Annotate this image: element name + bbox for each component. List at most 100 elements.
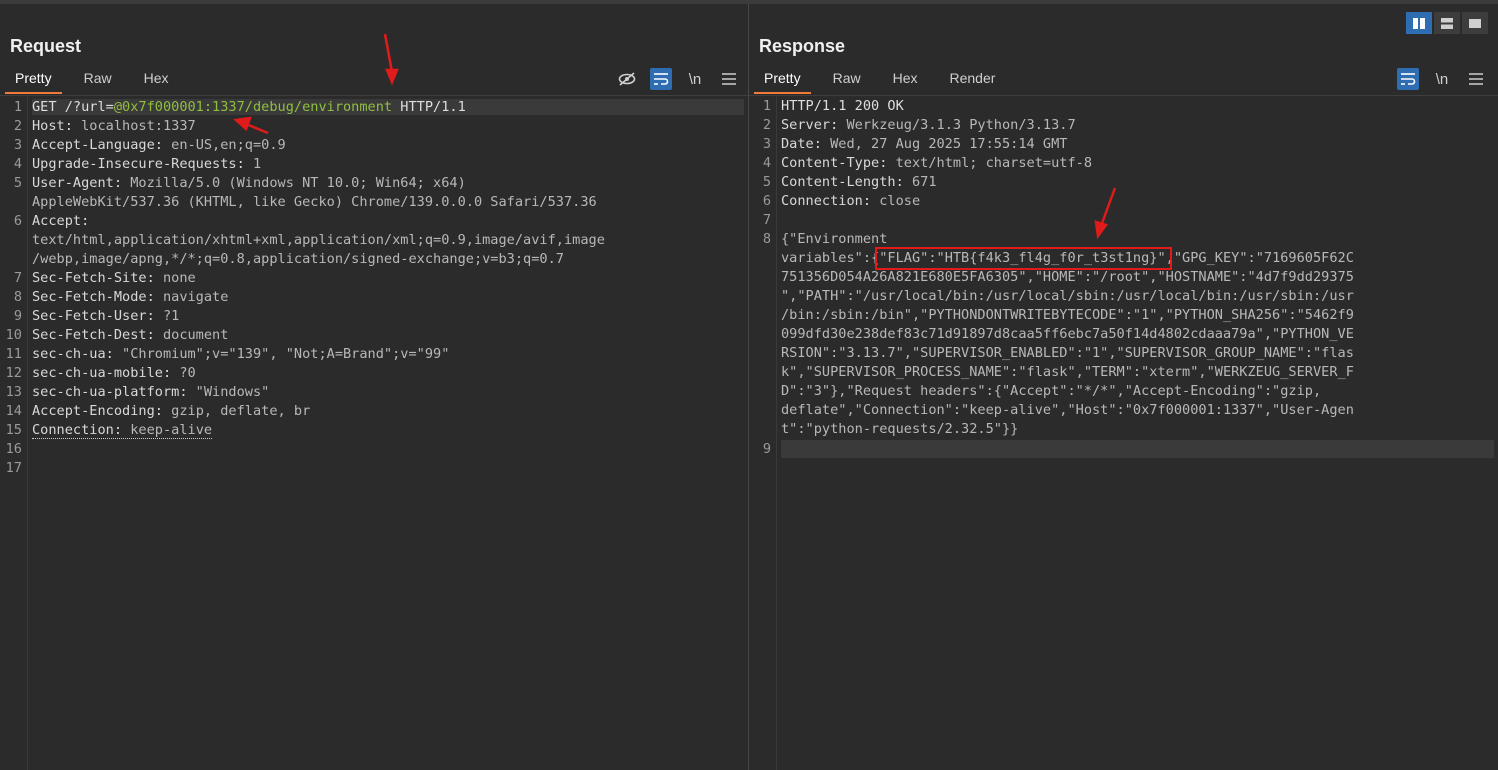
header-key: User-Agent: bbox=[32, 175, 123, 191]
header-value: close bbox=[871, 193, 921, 209]
line-number: 7 bbox=[13, 270, 22, 286]
wrap-icon[interactable] bbox=[1397, 68, 1419, 90]
body-line: variables":{"FLAG":"HTB{f4k3_fl4g_f0r_t3… bbox=[781, 247, 1494, 270]
header-line: sec-ch-ua-platform: "Windows" bbox=[32, 384, 744, 400]
header-value: ?0 bbox=[171, 365, 196, 381]
line-number: 5 bbox=[13, 175, 22, 191]
header-key: Content-Length: bbox=[781, 174, 904, 190]
header-value: ?1 bbox=[154, 308, 180, 324]
body-line: /bin:/sbin:/bin","PYTHONDONTWRITEBYTECOD… bbox=[781, 307, 1354, 323]
header-value: keep-alive bbox=[122, 422, 213, 438]
header-value: "Windows" bbox=[187, 384, 270, 400]
header-value: en-US,en;q=0.9 bbox=[162, 137, 286, 153]
split-horizontal-icon[interactable] bbox=[1434, 12, 1460, 34]
header-key: Date: bbox=[781, 136, 822, 152]
eye-slash-icon[interactable] bbox=[616, 68, 638, 90]
tab-pretty[interactable]: Pretty bbox=[5, 68, 62, 94]
single-pane-icon[interactable] bbox=[1462, 12, 1488, 34]
wrap-icon[interactable] bbox=[650, 68, 672, 90]
header-value: Werkzeug/3.1.3 Python/3.13.7 bbox=[838, 117, 1076, 133]
header-line: Accept: bbox=[32, 213, 744, 229]
tab-pretty[interactable]: Pretty bbox=[754, 68, 811, 94]
header-key: Accept-Language: bbox=[32, 137, 163, 153]
line-number: 16 bbox=[5, 441, 22, 457]
line-gutter: 1 2 3 4 5 6 7 8 9 10 11 12 13 14 15 16 1… bbox=[0, 96, 28, 770]
header-value-continued: AppleWebKit/537.36 (KHTML, like Gecko) C… bbox=[32, 194, 597, 210]
header-line: Sec-Fetch-Site: none bbox=[32, 270, 744, 286]
header-key: Connection: bbox=[32, 422, 123, 438]
tab-raw[interactable]: Raw bbox=[74, 68, 122, 94]
line-number: 1 bbox=[13, 99, 22, 115]
header-value: gzip, deflate, br bbox=[162, 403, 311, 419]
newline-toggle[interactable]: \n bbox=[684, 68, 706, 90]
request-editor[interactable]: 1 2 3 4 5 6 7 8 9 10 11 12 13 14 15 16 1… bbox=[0, 96, 748, 770]
header-line: Upgrade-Insecure-Requests: 1 bbox=[32, 156, 744, 172]
header-value: 1 bbox=[244, 156, 262, 172]
header-value: localhost:1337 bbox=[72, 118, 196, 134]
line-number: 14 bbox=[5, 403, 22, 419]
line-number: 8 bbox=[13, 289, 22, 305]
line-number: 11 bbox=[5, 346, 22, 362]
header-line: Content-Type: text/html; charset=utf-8 bbox=[781, 155, 1494, 171]
header-key: Content-Type: bbox=[781, 155, 888, 171]
header-line: Accept-Language: en-US,en;q=0.9 bbox=[32, 137, 744, 153]
header-key: Sec-Fetch-Site: bbox=[32, 270, 155, 286]
header-line: Sec-Fetch-Dest: document bbox=[32, 327, 744, 343]
tab-render[interactable]: Render bbox=[940, 68, 1006, 94]
line-number: 1 bbox=[762, 98, 771, 114]
header-key: Upgrade-Insecure-Requests: bbox=[32, 156, 245, 172]
request-pane: Request Pretty Raw Hex \n 1 2 3 4 5 6 7 … bbox=[0, 4, 748, 770]
line-number: 2 bbox=[762, 117, 771, 133]
header-key: sec-ch-ua: bbox=[32, 346, 114, 362]
flag-highlight-box bbox=[875, 247, 1172, 270]
header-line: Connection: keep-alive bbox=[32, 422, 744, 439]
body-line bbox=[781, 440, 1494, 458]
header-line: Sec-Fetch-User: ?1 bbox=[32, 308, 744, 324]
response-tabs: Pretty Raw Hex Render bbox=[754, 68, 1017, 94]
newline-toggle[interactable]: \n bbox=[1431, 68, 1453, 90]
header-value: 671 bbox=[903, 174, 937, 190]
header-value: Wed, 27 Aug 2025 17:55:14 GMT bbox=[821, 136, 1068, 152]
header-line: Sec-Fetch-Mode: navigate bbox=[32, 289, 744, 305]
line-number: 8 bbox=[762, 231, 771, 247]
hamburger-icon[interactable] bbox=[718, 68, 740, 90]
header-value-continued: text/html,application/xhtml+xml,applicat… bbox=[32, 232, 605, 248]
line-gutter: 1 2 3 4 5 6 7 8 9 bbox=[749, 96, 777, 770]
line-number: 4 bbox=[762, 155, 771, 171]
header-value: "Chromium";v="139", "Not;A=Brand";v="99" bbox=[113, 346, 450, 362]
header-key: sec-ch-ua-platform: bbox=[32, 384, 188, 400]
split-vertical-icon[interactable] bbox=[1406, 12, 1432, 34]
line-number: 17 bbox=[5, 460, 22, 476]
tab-hex[interactable]: Hex bbox=[883, 68, 928, 94]
header-key: Connection: bbox=[781, 193, 872, 209]
header-value: Mozilla/5.0 (Windows NT 10.0; Win64; x64… bbox=[122, 175, 466, 191]
hamburger-icon[interactable] bbox=[1465, 68, 1487, 90]
body-line: t":"python-requests/2.32.5"}} bbox=[781, 421, 1019, 437]
request-title: Request bbox=[10, 36, 82, 56]
header-key: Accept-Encoding: bbox=[32, 403, 163, 419]
header-value: text/html; charset=utf-8 bbox=[887, 155, 1093, 171]
header-line: Accept-Encoding: gzip, deflate, br bbox=[32, 403, 744, 419]
request-protocol: HTTP/1.1 bbox=[392, 99, 466, 115]
line-number: 5 bbox=[762, 174, 771, 190]
line-number: 9 bbox=[762, 441, 771, 457]
tab-hex[interactable]: Hex bbox=[134, 68, 179, 94]
body-line: {"Environment bbox=[781, 231, 888, 247]
flag-value: "FLAG":"HTB{f4k3_fl4g_f0r_t3st1ng}" bbox=[875, 247, 1172, 270]
header-key: Sec-Fetch-User: bbox=[32, 308, 155, 324]
header-value-continued: /webp,image/apng,*/*;q=0.8,application/s… bbox=[32, 251, 564, 267]
header-value: none bbox=[154, 270, 196, 286]
line-number: 2 bbox=[13, 118, 22, 134]
tab-raw[interactable]: Raw bbox=[823, 68, 871, 94]
request-url: @0x7f000001:1337/debug/environment bbox=[113, 99, 393, 115]
response-editor[interactable]: 1 2 3 4 5 6 7 8 9 HTTP/1.1 200 OK Server… bbox=[749, 96, 1498, 770]
line-number: 12 bbox=[5, 365, 22, 381]
header-line: Content-Length: 671 bbox=[781, 174, 1494, 190]
body-line: 751356D054A26A821E680E5FA6305","HOME":"/… bbox=[781, 269, 1354, 285]
request-toolbar: \n bbox=[616, 68, 740, 90]
line-number: 4 bbox=[13, 156, 22, 172]
line-number: 3 bbox=[13, 137, 22, 153]
header-key: Accept: bbox=[32, 213, 90, 229]
body-text: ,"GPG_KEY":"7169605F62C bbox=[1165, 250, 1354, 266]
body-line: RSION":"3.13.7","SUPERVISOR_ENABLED":"1"… bbox=[781, 345, 1354, 361]
